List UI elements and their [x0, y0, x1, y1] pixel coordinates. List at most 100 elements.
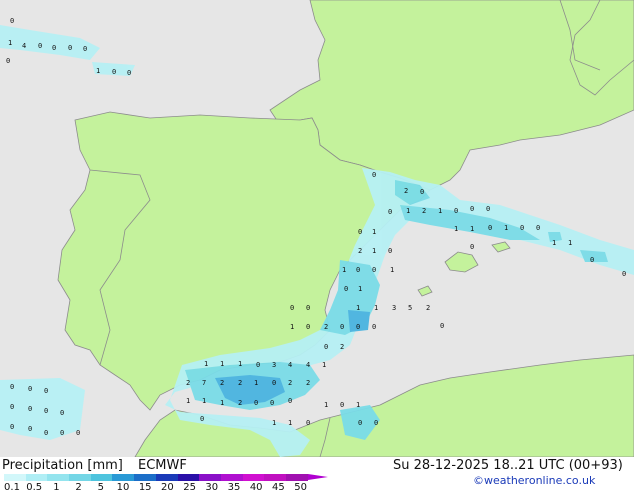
precip-value: 2 [238, 379, 243, 387]
precip-value: 0 [590, 256, 595, 264]
precip-value: 0 [372, 171, 377, 179]
legend-swatch [242, 474, 265, 481]
precip-value: 1 [356, 401, 361, 409]
precip-value: 1 [390, 266, 395, 274]
precip-value: 1 [204, 360, 209, 368]
precip-value: 2 [426, 304, 431, 312]
precip-value: 0 [288, 397, 293, 405]
legend-tick-label: 40 [249, 482, 263, 490]
precip-value: 2 [306, 379, 311, 387]
precip-value: 7 [202, 379, 207, 387]
precip-value: 0 [306, 304, 311, 312]
precip-value: 1 [438, 207, 443, 215]
legend-swatch [220, 474, 243, 481]
land-balearic-menorca [491, 241, 511, 253]
legend-color-bar [4, 474, 308, 481]
credit-text[interactable]: ©weatheronline.co.uk [473, 474, 595, 487]
legend-tick-label: 2 [75, 482, 82, 490]
precip-value: 0 [10, 403, 15, 411]
legend-swatch [47, 474, 70, 481]
precip-value: 1 [374, 304, 379, 312]
legend-swatch [199, 474, 221, 481]
legend-tick-label: 0.5 [26, 482, 43, 490]
precip-value: 2 [186, 379, 191, 387]
precip-value: 0 [28, 385, 33, 393]
precip-value: 1 [454, 225, 459, 233]
precip-value: 0 [306, 323, 311, 331]
precip-value: 0 [420, 188, 425, 196]
legend-swatch [177, 474, 200, 481]
precip-value: 0 [340, 323, 345, 331]
model-name: ECMWF [138, 458, 187, 473]
precip-value: 0 [622, 270, 627, 278]
precip-value: 0 [520, 224, 525, 232]
precip-value: 0 [272, 379, 277, 387]
land-balearic-ibiza [417, 285, 433, 297]
precip-value: 0 [372, 323, 377, 331]
precip-value: 1 [186, 397, 191, 405]
precip-value: 1 [254, 379, 259, 387]
precip-value: 0 [38, 42, 43, 50]
precip-value: 1 [322, 361, 327, 369]
precip-value: 0 [356, 323, 361, 331]
precip-value: 1 [238, 360, 243, 368]
precip-value: 0 [44, 407, 49, 415]
land-balearic-mallorca [444, 251, 479, 273]
precip-value: 1 [356, 304, 361, 312]
precip-value: 2 [340, 343, 345, 351]
precip-value: 1 [358, 285, 363, 293]
legend-tick-label: 35 [227, 482, 241, 490]
map-title: Precipitation [mm] [2, 458, 123, 473]
precip-value: 1 [272, 419, 277, 427]
forecast-datetime: Su 28-12-2025 18..21 UTC (00+93) [393, 458, 623, 473]
precip-value: 5 [408, 304, 413, 312]
precip-value: 0 [76, 429, 81, 437]
precip-value: 0 [372, 266, 377, 274]
precip-value: 1 [220, 399, 225, 407]
legend-swatch [69, 474, 91, 481]
precip-value: 0 [10, 17, 15, 25]
precip-value: 1 [202, 397, 207, 405]
precip-value: 1 [568, 239, 573, 247]
precip-value: 0 [10, 423, 15, 431]
precip-value: 3 [392, 304, 397, 312]
precip-value: 0 [488, 224, 493, 232]
precip-value: 4 [306, 361, 311, 369]
legend-tick-label: 0.1 [4, 482, 20, 490]
precip-value: 0 [270, 399, 275, 407]
precip-value: 0 [486, 205, 491, 213]
precip-value: 1 [552, 239, 557, 247]
precip-value: 0 [44, 429, 49, 437]
precip-value: 1 [288, 419, 293, 427]
precip-value: 0 [60, 409, 65, 417]
legend-overflow-arrow [308, 474, 328, 480]
precip-value: 0 [388, 247, 393, 255]
precip-value: 0 [28, 425, 33, 433]
legend-swatch [25, 474, 48, 481]
precip-value: 0 [340, 401, 345, 409]
precip-value: 0 [200, 415, 205, 423]
precip-value: 0 [388, 208, 393, 216]
precipitation-map: 0 1 4 0 0 0 0 0 1 0 0 0 2 0 0 1 2 1 0 0 0 1 1 0 1 0 0 1 1 0 0 0 0 1 2 1 0 1 0 0… [0, 0, 634, 457]
precip-value: 0 [28, 405, 33, 413]
precip-value: 1 [8, 39, 13, 47]
precip-value: 0 [44, 387, 49, 395]
precip-value: 0 [290, 304, 295, 312]
precip-value: 1 [290, 323, 295, 331]
precip-value: 2 [220, 379, 225, 387]
precip-value: 0 [440, 322, 445, 330]
legend-tick-label: 30 [205, 482, 219, 490]
precip-value: 0 [83, 45, 88, 53]
legend-tick-label: 20 [161, 482, 174, 490]
legend-swatch [134, 474, 156, 481]
precip-value: 1 [96, 67, 101, 75]
precip-value: 2 [288, 379, 293, 387]
legend-tick-label: 25 [183, 482, 196, 490]
precip-value: 2 [422, 207, 427, 215]
precip-value: 0 [470, 205, 475, 213]
precip-value: 1 [342, 266, 347, 274]
precip-value: 0 [6, 57, 11, 65]
precip-value: 1 [372, 228, 377, 236]
precip-value: 0 [358, 419, 363, 427]
precip-value: 2 [404, 187, 409, 195]
